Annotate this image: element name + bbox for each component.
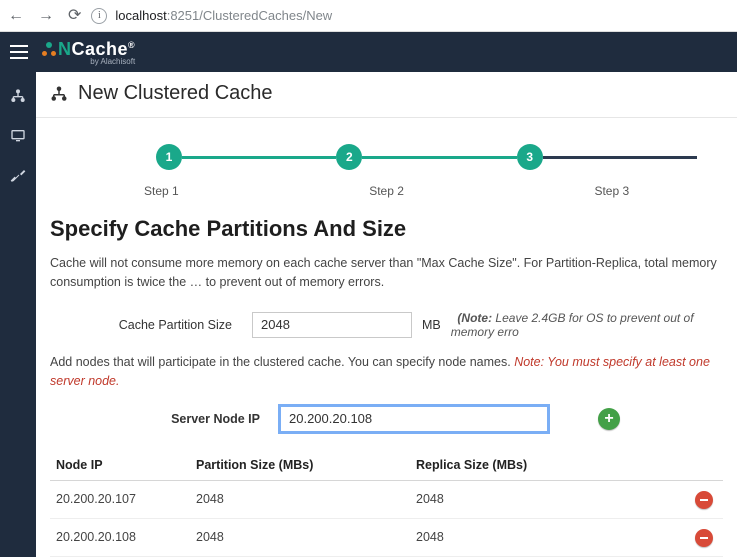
step-2-label: Step 2 [369,184,419,198]
back-button[interactable]: ← [8,8,24,24]
logo-graphic-icon [42,42,56,56]
step-labels: Step 1 Step 2 Step 3 [36,176,737,216]
step-1-dot[interactable]: 1 [156,144,182,170]
page-title-bar: New Clustered Cache [36,72,737,118]
site-info-icon[interactable]: i [91,8,107,24]
cell-node-ip: 20.200.20.107 [50,480,190,518]
server-node-row: Server Node IP + [36,402,737,446]
tools-icon [10,168,26,184]
cluster-icon [10,88,26,104]
cell-node-ip: 20.200.20.108 [50,518,190,556]
col-replica-size: Replica Size (MBs) [410,450,673,481]
reload-button[interactable]: ⟳ [68,8,81,24]
step-2-dot[interactable]: 2 [336,144,362,170]
cell-replica: 2048 [410,518,673,556]
step-connector [362,156,516,159]
cell-replica: 2048 [410,480,673,518]
add-node-button[interactable]: + [598,408,620,430]
add-nodes-text: Add nodes that will participate in the c… [36,353,737,402]
step-1-label: Step 1 [144,184,194,198]
cell-partition: 2048 [190,480,410,518]
browser-toolbar: ← → ⟳ i localhost:8251/ClusteredCaches/N… [0,0,737,32]
server-node-label: Server Node IP [50,412,270,426]
wizard-stepper: 1 2 3 [36,118,737,176]
partition-size-row: Cache Partition Size MB (Note: Leave 2.4… [36,307,737,353]
partition-size-unit: MB [422,318,441,332]
delete-node-button[interactable] [695,529,713,547]
forward-button[interactable]: → [38,8,54,24]
table-row: 20.200.20.107 2048 2048 [50,480,723,518]
cell-partition: 2048 [190,518,410,556]
main-content: New Clustered Cache 1 2 3 Step 1 Step 2 … [36,72,737,557]
step-3-label: Step 3 [594,184,644,198]
col-partition-size: Partition Size (MBs) [190,450,410,481]
delete-node-button[interactable] [695,491,713,509]
cluster-icon [50,85,68,103]
app-header: NCache® by Alachisoft [0,32,737,72]
section-heading: Specify Cache Partitions And Size [36,216,737,254]
nodes-table: Node IP Partition Size (MBs) Replica Siz… [50,450,723,557]
step-connector [182,156,336,159]
monitor-icon [10,128,26,144]
hamburger-menu-icon[interactable] [10,45,28,59]
col-actions [673,450,723,481]
server-node-input[interactable] [280,406,548,432]
section-description: Cache will not consume more memory on ea… [36,254,737,307]
address-bar[interactable]: i localhost:8251/ClusteredCaches/New [91,8,729,24]
col-node-ip: Node IP [50,450,190,481]
partition-size-hint: (Note: Leave 2.4GB for OS to prevent out… [451,311,723,339]
brand-logo: NCache® by Alachisoft [42,39,135,66]
sidebar-item-cluster[interactable] [0,76,36,116]
sidebar [0,72,36,557]
brand-byline: by Alachisoft [44,57,135,66]
page-title: New Clustered Cache [78,82,273,105]
partition-size-label: Cache Partition Size [50,318,242,332]
sidebar-item-monitor[interactable] [0,116,36,156]
url-text: localhost:8251/ClusteredCaches/New [115,8,332,23]
step-3-dot[interactable]: 3 [517,144,543,170]
table-row: 20.200.20.108 2048 2048 [50,518,723,556]
step-connector [543,156,697,159]
partition-size-input[interactable] [252,312,412,338]
sidebar-item-tools[interactable] [0,156,36,196]
